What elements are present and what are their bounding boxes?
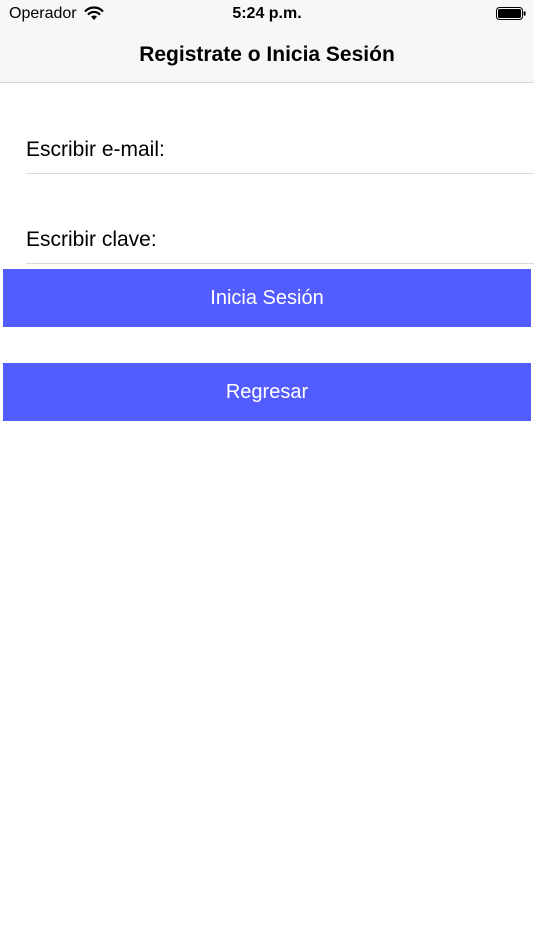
email-field[interactable] [26, 126, 534, 173]
email-field-container [26, 126, 534, 174]
clock: 5:24 p.m. [232, 5, 302, 22]
battery-icon [496, 7, 526, 20]
status-bar: Operador 5:24 p.m. [0, 0, 534, 28]
back-button[interactable]: Regresar [3, 363, 531, 421]
password-field[interactable] [26, 216, 534, 263]
login-button[interactable]: Inicia Sesión [3, 269, 531, 327]
page-title: Registrate o Inicia Sesión [139, 43, 395, 66]
navigation-bar: Registrate o Inicia Sesión [0, 28, 534, 83]
password-field-container [26, 216, 534, 264]
